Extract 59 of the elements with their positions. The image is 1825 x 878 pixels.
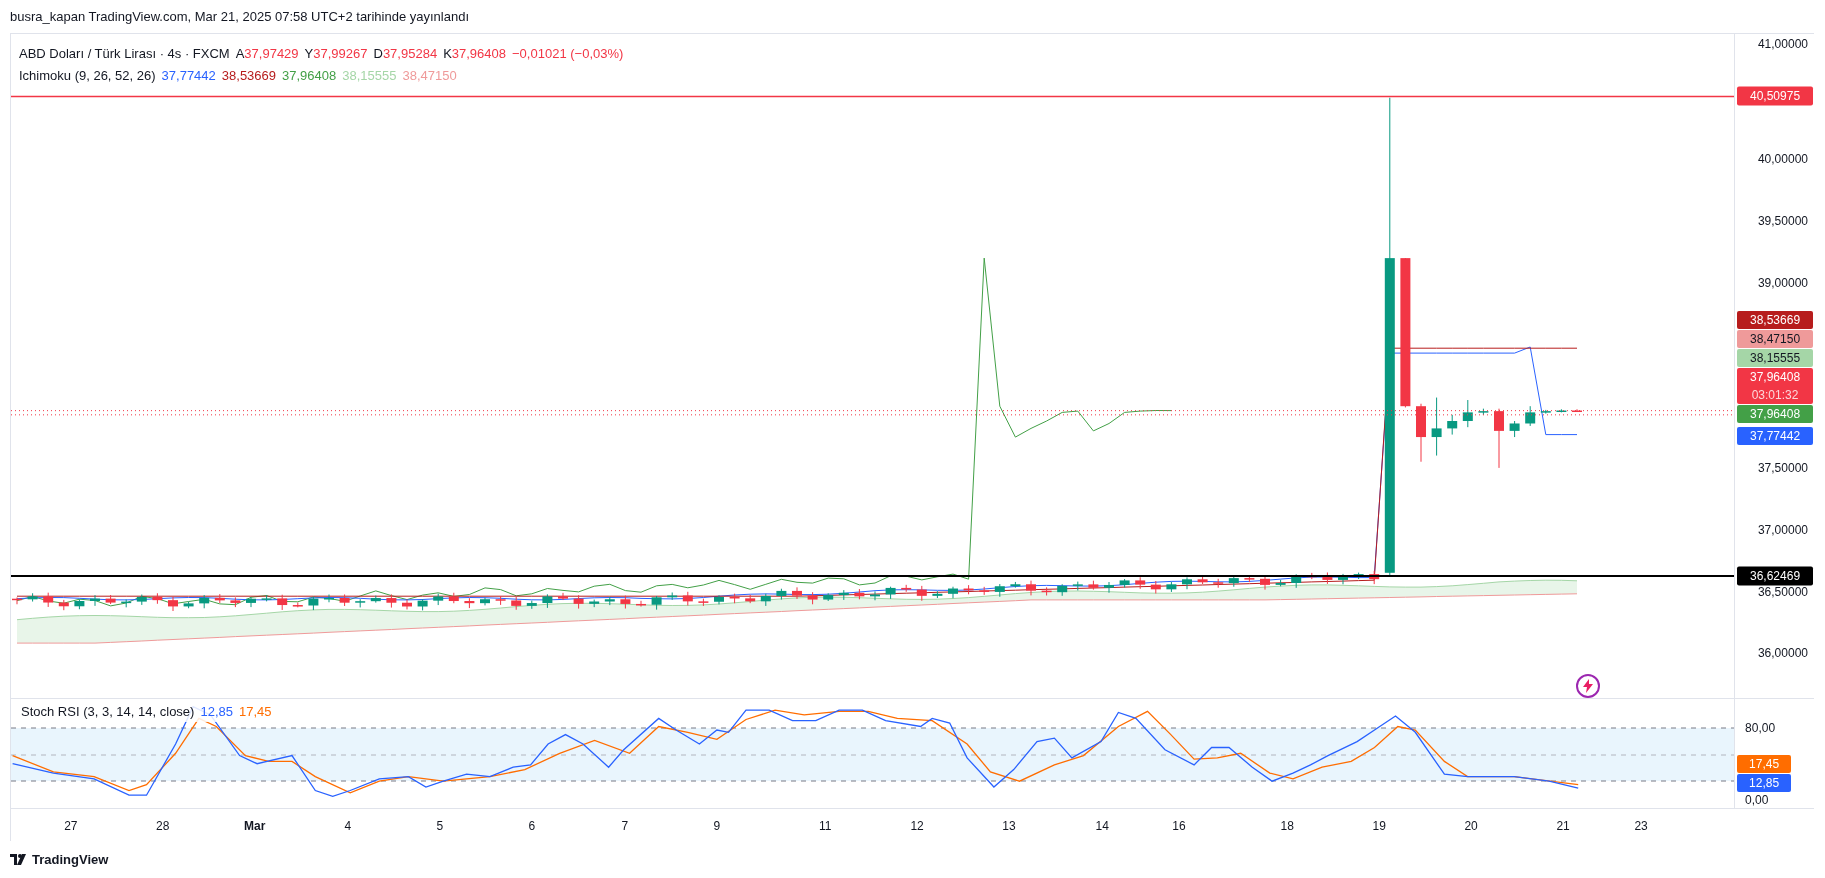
time-axis-label: 12: [910, 818, 924, 835]
price-axis-label: 39,50000: [1757, 214, 1808, 228]
time-axis-label: Mar: [244, 818, 266, 835]
price-value: 37,77442: [1750, 428, 1801, 445]
price-axis-label: 41,00000: [1757, 37, 1808, 51]
ohlc-value: K37,96408: [443, 45, 507, 63]
time-axis-label: 28: [156, 818, 170, 835]
price-axis-label: 36,50000: [1757, 585, 1808, 599]
bar-countdown: 03:01:32: [1751, 387, 1799, 404]
indicator-value: 38,15555: [342, 66, 397, 85]
brand-name: TradingView: [32, 850, 109, 869]
time-axis-label: 20: [1464, 818, 1478, 835]
price-tag: 36,62469: [1737, 566, 1814, 586]
indicator-value: 38,47150: [402, 66, 457, 85]
price-axis-label: 37,50000: [1757, 461, 1808, 475]
price-tag: 40,50975: [1737, 86, 1814, 106]
time-axis-label: 27: [64, 818, 78, 835]
lightning-icon[interactable]: [1576, 674, 1600, 698]
price-value: 38,47150: [1750, 331, 1801, 348]
publish-info: busra_kapan TradingView.com, Mar 21, 2025 07:58 UTC+2 tarihinde yayınlandı: [10, 7, 469, 26]
price-axis-label: 36,00000: [1757, 646, 1808, 660]
horizontal-level-line[interactable]: [11, 574, 1735, 577]
symbol-title: ABD Doları / Türk Lirası · 4s · FXCM: [19, 45, 230, 63]
time-axis-label: 16: [1172, 818, 1186, 835]
time-axis-label: 7: [621, 818, 629, 835]
ohlc-value: Y37,99267: [304, 45, 368, 63]
time-axis-label: 19: [1372, 818, 1386, 835]
ohlc-value: A37,97429: [235, 45, 299, 63]
oscillator-axis-label: 0,00: [1745, 793, 1769, 807]
price-value: 37,96408: [1750, 369, 1801, 386]
time-axis-label: 23: [1634, 818, 1648, 835]
price-value: 38,53669: [1750, 312, 1801, 329]
indicator-label: Stoch RSI (3, 3, 14, 14, close): [21, 703, 195, 721]
price-value: 37,96408: [1750, 406, 1801, 423]
price-value: 38,15555: [1750, 350, 1801, 367]
oscillator-tag: 17,45: [1737, 755, 1792, 773]
indicator-value: 37,96408: [282, 66, 337, 85]
time-axis-label: 6: [528, 818, 536, 835]
time-axis-label: 13: [1002, 818, 1016, 835]
oscillator-axis-label: 80,00: [1745, 721, 1776, 735]
time-axis-label: 4: [344, 818, 352, 835]
indicator-label: Ichimoku (9, 26, 52, 26): [19, 66, 156, 85]
time-axis-label: 11: [818, 818, 832, 835]
time-axis-label: 18: [1280, 818, 1294, 835]
time-axis-label: 21: [1556, 818, 1570, 835]
time-axis-label: 9: [713, 818, 721, 835]
price-axis-label: 39,00000: [1757, 276, 1808, 290]
indicator-value: 12,85: [200, 703, 233, 721]
time-axis-label: 14: [1095, 818, 1109, 835]
indicator-value: 17,45: [238, 703, 272, 721]
price-change: −0,01021 (−0,03%): [512, 45, 624, 63]
indicator-value: 38,53669: [221, 66, 277, 85]
price-axis-label: 37,00000: [1757, 523, 1808, 537]
price-axis-label: 40,00000: [1757, 152, 1808, 166]
oscillator-tag: 12,85: [1737, 774, 1792, 792]
logo-icon: [10, 854, 28, 865]
ohlc-value: D37,95284: [373, 45, 438, 63]
time-axis-label: 5: [436, 818, 444, 835]
indicator-value: 37,77442: [161, 66, 216, 85]
